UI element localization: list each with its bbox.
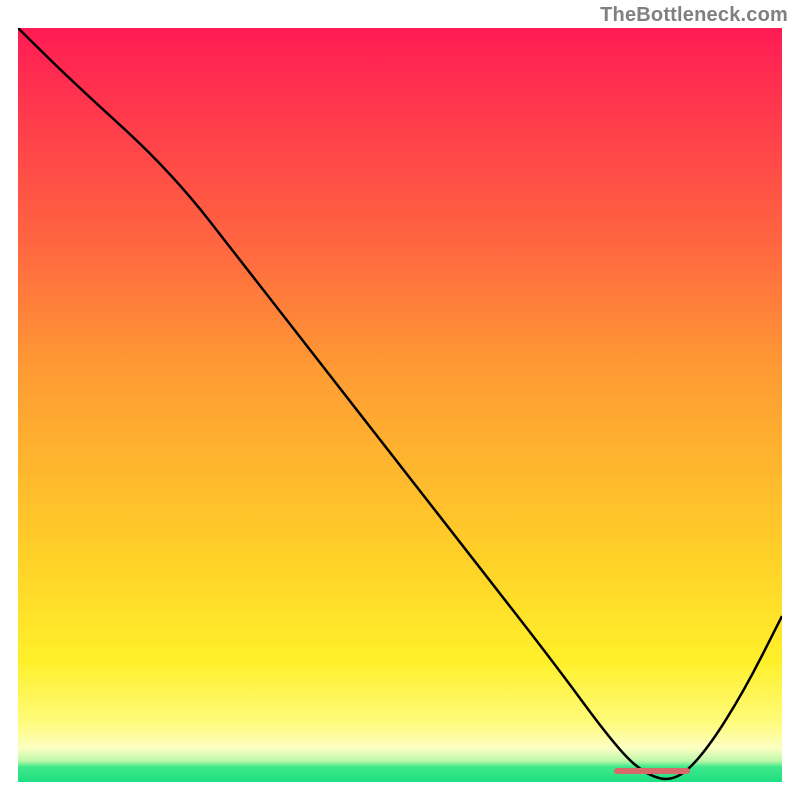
chart-curve [18,28,782,782]
watermark-text: TheBottleneck.com [600,4,788,27]
curve-path [18,28,782,779]
plot-area [18,28,782,782]
optimal-range-marker [614,768,690,774]
